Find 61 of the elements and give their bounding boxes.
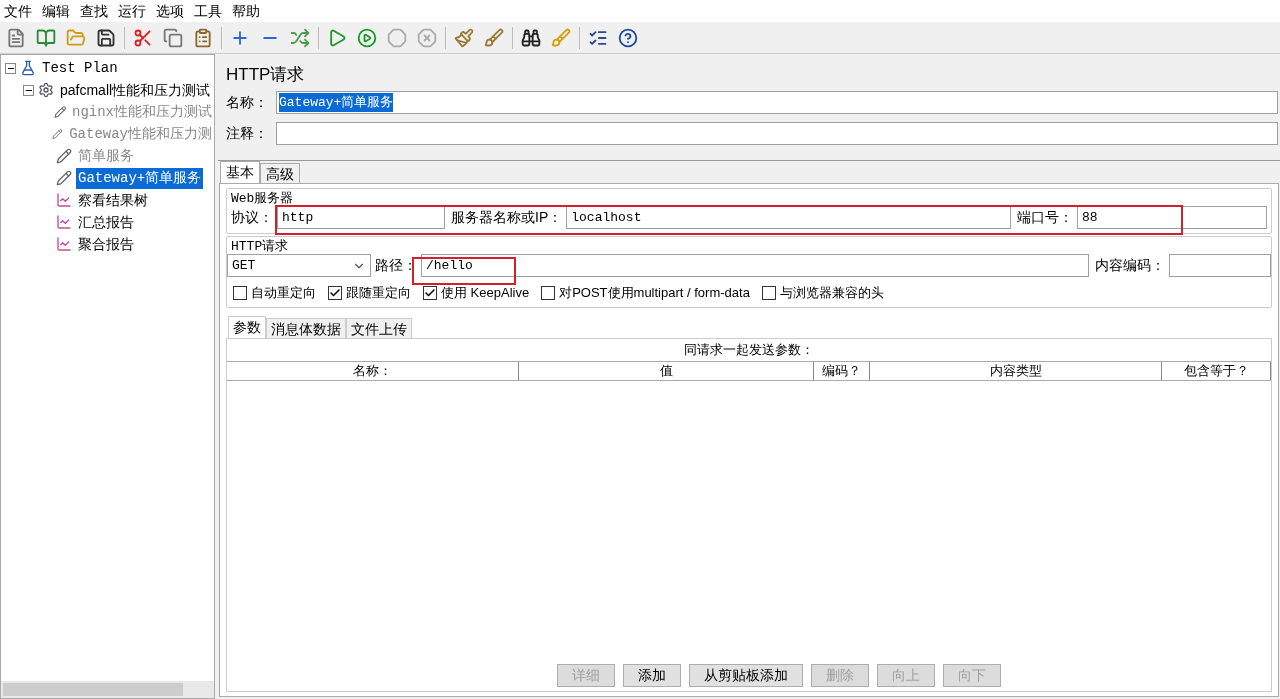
menu-item[interactable]: 运行 <box>118 0 146 22</box>
tab[interactable]: 高级 <box>260 163 300 183</box>
menu-item[interactable]: 编辑 <box>42 0 70 22</box>
comment-field[interactable] <box>276 122 1278 145</box>
checkbox[interactable] <box>423 285 437 300</box>
tree-item[interactable]: 聚合报告 <box>76 233 136 255</box>
tree-item[interactable]: pafcmall性能和压力测试 <box>58 79 213 101</box>
tree-item[interactable]: 察看结果树 <box>76 189 150 211</box>
server-field[interactable]: localhost <box>566 206 1011 229</box>
checkbox[interactable] <box>233 285 247 300</box>
collapse-toggle-icon[interactable] <box>5 62 16 74</box>
gear-icon <box>38 82 54 98</box>
group-legend: HTTP请求 <box>231 237 1271 254</box>
field-label: 服务器名称或IP： <box>451 208 563 227</box>
field-label: 协议： <box>231 208 273 227</box>
checkbox-label: 与浏览器兼容的头 <box>779 284 884 302</box>
checkbox-label: 使用 KeepAlive <box>441 284 530 302</box>
checkbox-label: 自动重定向 <box>251 284 316 302</box>
tab[interactable]: 消息体数据 <box>266 317 346 338</box>
pencil-icon <box>52 126 64 142</box>
group-legend: Web服务器 <box>231 189 1267 206</box>
field-label: 路径： <box>375 256 417 275</box>
tab[interactable]: 文件上传 <box>346 317 412 338</box>
tab[interactable]: 基本 <box>220 161 260 183</box>
menu-item[interactable]: 选项 <box>156 0 184 22</box>
method-dropdown[interactable]: GET <box>227 254 371 277</box>
tree-item[interactable]: Test Plan <box>40 57 120 79</box>
field-label: 内容编码： <box>1095 256 1165 275</box>
action-button[interactable]: 添加 <box>623 664 681 687</box>
menu-item[interactable]: 帮助 <box>232 0 260 22</box>
menu-item[interactable]: 文件 <box>4 0 32 22</box>
pencil-icon <box>56 148 72 164</box>
chart-icon <box>56 192 72 208</box>
encoding-field[interactable] <box>1169 254 1271 277</box>
checkbox-label: 跟随重定向 <box>346 284 411 302</box>
menu-item[interactable]: 查找 <box>80 0 108 22</box>
path-field[interactable]: /hello <box>421 254 1089 277</box>
menu-item[interactable]: 工具 <box>194 0 222 22</box>
name-field[interactable]: Gateway+简单服务 <box>276 91 1278 114</box>
tab[interactable]: 参数 <box>228 315 266 338</box>
panel-title: HTTP请求 <box>226 64 306 86</box>
checkbox-label: 对POST使用multipart / form-data <box>559 284 750 302</box>
checkbox[interactable] <box>328 285 342 300</box>
field-label: 端口号： <box>1017 208 1073 227</box>
checkbox[interactable] <box>541 285 556 300</box>
field-label: 注释： <box>226 124 269 143</box>
field-label: 名称： <box>226 93 269 112</box>
port-field[interactable]: 88 <box>1077 206 1267 229</box>
pencil-icon <box>53 104 66 120</box>
tree-item[interactable]: 汇总报告 <box>76 211 136 233</box>
pencil-icon <box>56 170 72 186</box>
chart-icon <box>56 236 72 252</box>
checkbox[interactable] <box>761 285 776 300</box>
chart-icon <box>56 214 72 230</box>
action-button[interactable]: 从剪贴板添加 <box>689 664 803 687</box>
tree-item[interactable]: Gateway+简单服务 <box>76 167 204 189</box>
table-caption: 同请求一起发送参数： <box>683 340 815 359</box>
horizontal-scrollbar[interactable] <box>1 681 214 698</box>
flask-icon <box>20 60 36 76</box>
protocol-field[interactable]: http <box>277 206 445 229</box>
collapse-toggle-icon[interactable] <box>23 84 34 96</box>
